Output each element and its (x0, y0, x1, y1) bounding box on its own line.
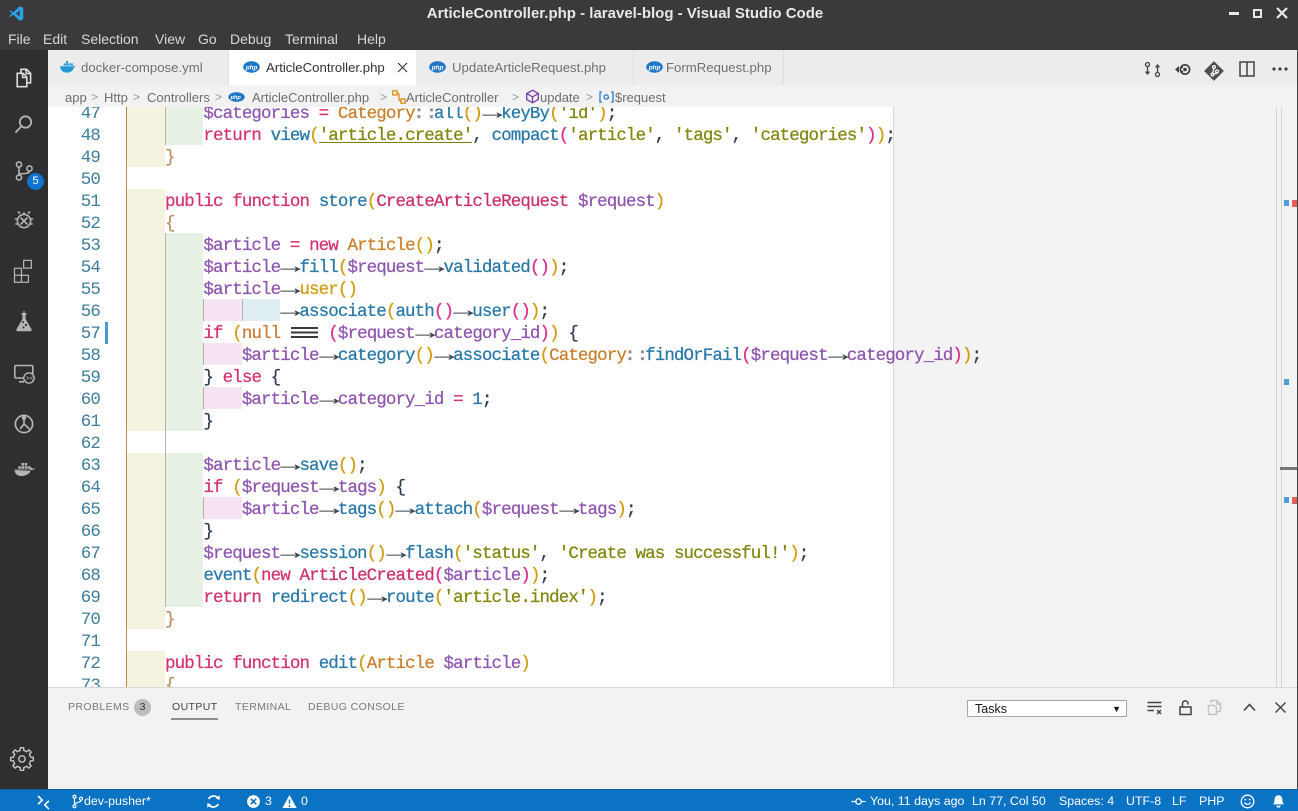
svg-text:php: php (245, 64, 258, 71)
svg-text:><: >< (26, 376, 34, 384)
svg-text:php: php (431, 64, 444, 71)
svg-text:php: php (648, 64, 661, 71)
svg-text:php: php (230, 95, 242, 101)
